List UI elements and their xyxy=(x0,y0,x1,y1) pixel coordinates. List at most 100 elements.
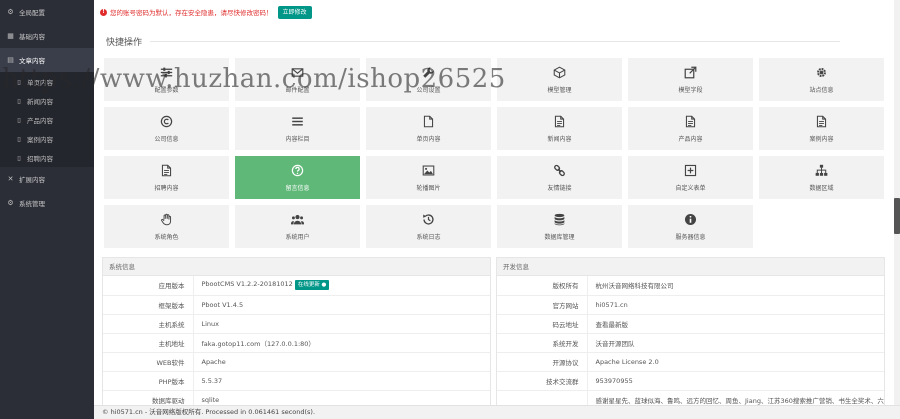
info-value-cell: Linux xyxy=(193,314,490,334)
dev-info-panel: 开发信息 版权所有 杭州沃音网络科技有限公司 官方网站 hi0571.cn 码云地址 查看… xyxy=(496,257,885,405)
sidebar-subitem-cases[interactable]: ▯ 案例内容 xyxy=(0,129,94,148)
cog-icon xyxy=(815,65,829,79)
sidebar-item-basic-content[interactable]: ▦ 基础内容 xyxy=(0,24,94,48)
quick-action-card[interactable]: 邮件配置 xyxy=(235,58,360,101)
table-row: 系统开发 沃音开源团队 xyxy=(497,333,884,353)
quick-action-card[interactable]: 系统角色 xyxy=(104,205,229,248)
quick-action-card[interactable]: 站点信息 xyxy=(759,58,884,101)
quick-action-card[interactable]: 配置参数 xyxy=(104,58,229,101)
quick-action-card[interactable]: 轮播图片 xyxy=(366,156,491,199)
sidebar-subitem-news[interactable]: ▯ 新闻内容 xyxy=(0,91,94,110)
quick-action-card[interactable]: 招聘内容 xyxy=(104,156,229,199)
quick-action-label: 新闻内容 xyxy=(547,136,572,143)
quick-action-card[interactable]: 数据库管理 xyxy=(497,205,622,248)
quick-action-card[interactable]: 留言信息 xyxy=(235,156,360,199)
sidebar-item-article-content[interactable]: ▤ 文章内容 xyxy=(0,48,94,72)
info-value: 沃音开源团队 xyxy=(595,339,635,348)
info-value: Linux xyxy=(201,319,220,328)
quick-action-card[interactable]: 公司设置 xyxy=(366,58,491,101)
sidebar-subitem-single-page[interactable]: ▯ 单页内容 xyxy=(0,72,94,91)
quick-action-label: 内容栏目 xyxy=(285,136,310,143)
info-key: PHP版本 xyxy=(103,371,194,391)
quick-action-card[interactable]: 产品内容 xyxy=(628,107,753,150)
info-value-cell: 查看最新版 xyxy=(587,314,884,334)
info-key: 数据库驱动 xyxy=(103,390,194,405)
quick-action-card[interactable]: 服务器信息 xyxy=(628,205,753,248)
sidebar-subitem-jobs[interactable]: ▯ 招聘内容 xyxy=(0,148,94,167)
quick-action-label: 招聘内容 xyxy=(154,185,179,192)
sidebar-subitem-label: 新闻内容 xyxy=(27,97,53,106)
sidebar-subitem-products[interactable]: ▯ 产品内容 xyxy=(0,110,94,129)
gear-icon: ⚙ xyxy=(7,8,14,16)
users-icon xyxy=(291,212,305,226)
sidebar-item-extend-content[interactable]: ✕ 扩展内容 xyxy=(0,167,94,191)
info-key: 框架版本 xyxy=(103,295,194,315)
footer: © hi0571.cn - 沃音网络版权所有. Processed in 0.0… xyxy=(94,405,900,419)
main-content: ! 您的账号密码为默认，存在安全隐患，请尽快修改密码！ 立即修改 快捷操作 配置… xyxy=(94,0,900,405)
info-key: 版权所有 xyxy=(497,276,588,296)
system-info-table: 应用版本 PbootCMS V1.2.2-20181012 在线更新 ● 框架版本 Pb… xyxy=(103,276,490,405)
file-icon: ▯ xyxy=(17,96,21,105)
sidebar-item-global-config[interactable]: ⚙ 全局配置 xyxy=(0,0,94,24)
info-value: 感谢星星先、蓝球似海、鲁鸣、远方的回忆、周鱼、Jiang、江苏360搜索推广营销… xyxy=(595,396,884,405)
dev-info-title: 开发信息 xyxy=(497,258,884,276)
info-value: 953970955 xyxy=(595,376,633,385)
page-scrollbar-thumb[interactable] xyxy=(894,198,900,234)
info-value: hi0571.cn xyxy=(595,300,628,309)
info-value-cell: 杭州沃音网络科技有限公司 xyxy=(587,276,884,296)
quick-action-card[interactable]: 系统日志 xyxy=(366,205,491,248)
table-row: 技术交流群 953970955 xyxy=(497,371,884,391)
quick-actions-title: 快捷操作 xyxy=(106,35,840,48)
table-row: 开源协议 Apache License 2.0 xyxy=(497,352,884,372)
sitemap-icon xyxy=(815,163,829,177)
plus-square-icon xyxy=(684,163,698,177)
quick-action-card[interactable]: 单页内容 xyxy=(366,107,491,150)
quick-action-card[interactable]: 内容栏目 xyxy=(235,107,360,150)
image-icon xyxy=(422,163,436,177)
quick-action-card[interactable]: 友情链接 xyxy=(497,156,622,199)
quick-action-card[interactable]: 新闻内容 xyxy=(497,107,622,150)
quick-action-card[interactable]: 模型管理 xyxy=(497,58,622,101)
info-value: 5.5.37 xyxy=(201,376,223,385)
quick-action-label: 服务器信息 xyxy=(675,234,706,241)
system-info-title: 系统信息 xyxy=(103,258,490,276)
change-password-button[interactable]: 立即修改 xyxy=(277,5,312,19)
table-row: 主机系统 Linux xyxy=(103,314,490,334)
info-value-cell: 953970955 xyxy=(587,371,884,391)
info-key xyxy=(497,390,588,405)
quick-action-label: 自定义表单 xyxy=(675,185,706,192)
info-key: 主机系统 xyxy=(103,314,194,334)
info-value: 查看最新版 xyxy=(595,320,629,329)
table-row: 码云地址 查看最新版 xyxy=(497,314,884,334)
quick-action-label: 公司信息 xyxy=(154,136,179,143)
online-update-button[interactable]: 在线更新 ● xyxy=(294,280,330,291)
alert-message: 您的账号密码为默认，存在安全隐患，请尽快修改密码！ xyxy=(110,9,273,17)
info-icon xyxy=(684,212,698,226)
sliders-icon xyxy=(160,65,174,79)
quick-action-card[interactable]: 系统用户 xyxy=(235,205,360,248)
mail-icon xyxy=(291,65,305,79)
quick-action-label: 友情链接 xyxy=(547,185,572,192)
quick-action-card[interactable]: 自定义表单 xyxy=(628,156,753,199)
sidebar-item-label: 扩展内容 xyxy=(19,176,45,184)
hand-icon xyxy=(160,212,174,226)
info-value-cell: Apache xyxy=(193,352,490,372)
info-key: 开源协议 xyxy=(497,352,588,372)
info-key: WEB软件 xyxy=(103,352,194,372)
info-value-cell: 感谢星星先、蓝球似海、鲁鸣、远方的回忆、周鱼、Jiang、江苏360搜索推广营销… xyxy=(587,390,884,405)
history-icon xyxy=(422,212,436,226)
sidebar-item-system-manage[interactable]: ⚙ 系统管理 xyxy=(0,191,94,215)
grid-icon: ▦ xyxy=(7,32,14,40)
info-value-cell: sqlite xyxy=(193,390,490,405)
cube-icon xyxy=(553,65,567,79)
quick-action-card[interactable]: 数据区域 xyxy=(759,156,884,199)
quick-action-label: 配置参数 xyxy=(154,87,179,94)
quick-action-label: 轮播图片 xyxy=(416,185,441,192)
info-value: Pboot V1.4.5 xyxy=(201,300,244,309)
sidebar-subitem-label: 招聘内容 xyxy=(27,154,53,163)
info-value-cell: hi0571.cn xyxy=(587,295,884,315)
quick-action-card[interactable]: 公司信息 xyxy=(104,107,229,150)
quick-action-card[interactable]: 案例内容 xyxy=(759,107,884,150)
sidebar-subitem-label: 产品内容 xyxy=(27,116,53,125)
quick-action-card[interactable]: 模型字段 xyxy=(628,58,753,101)
